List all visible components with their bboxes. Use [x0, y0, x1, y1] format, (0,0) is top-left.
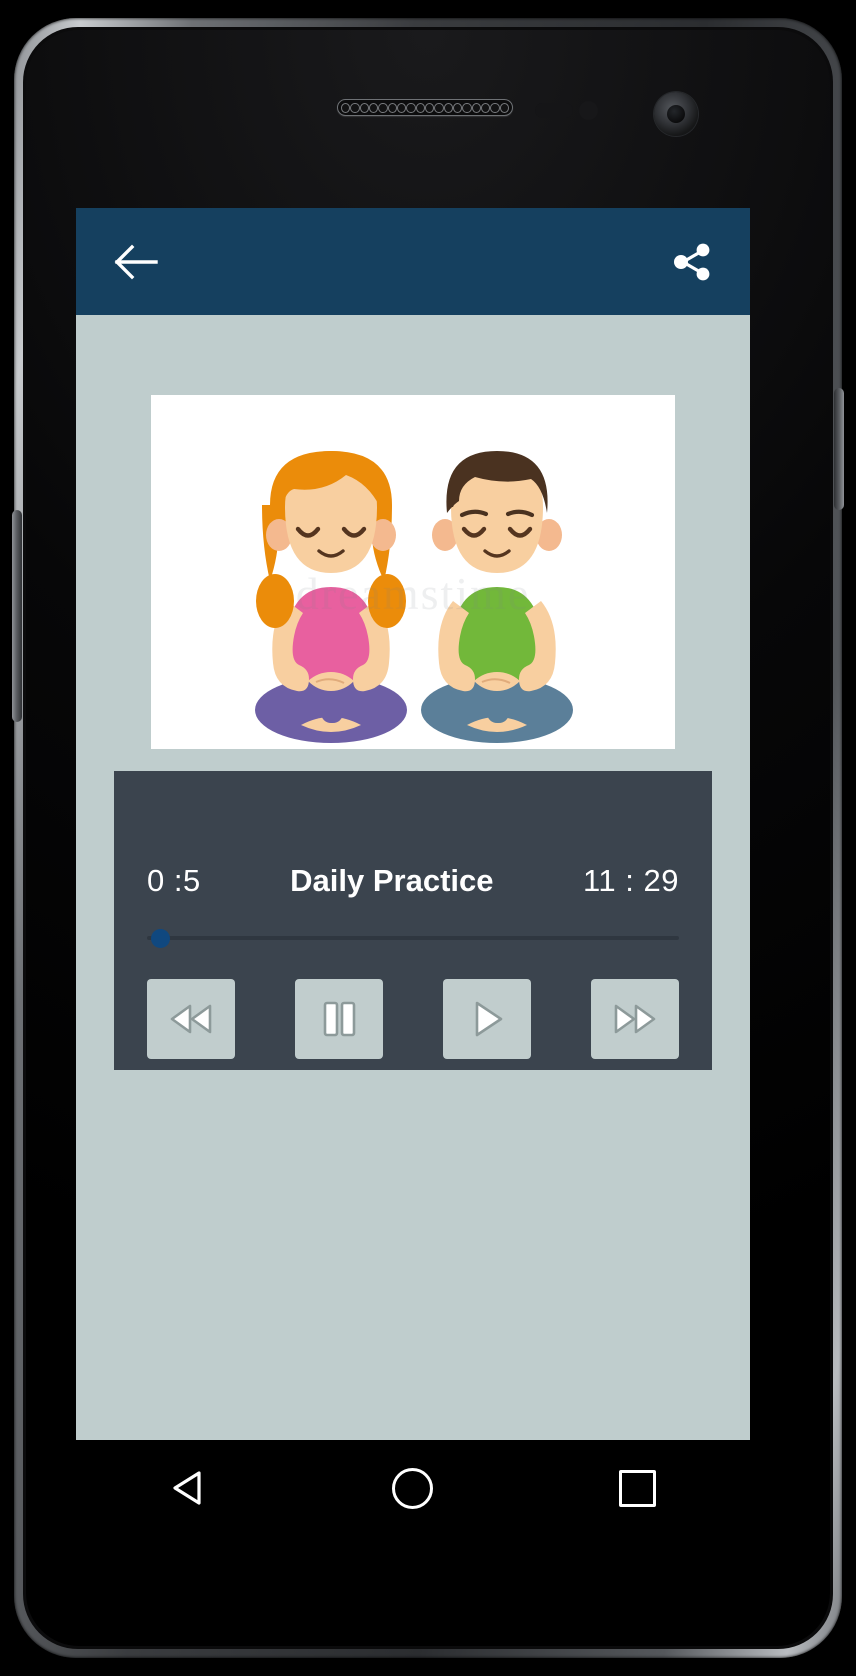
- nav-home-button[interactable]: [365, 1453, 461, 1523]
- transport-controls: [147, 979, 679, 1059]
- square-recents-icon: [619, 1469, 657, 1507]
- nav-recents-button[interactable]: [590, 1453, 686, 1523]
- front-camera-icon: [654, 92, 698, 136]
- seek-bar-thumb[interactable]: [151, 929, 170, 948]
- seek-bar[interactable]: [147, 925, 679, 951]
- phone-inner-frame: dreamstime 0 :5 Daily Practice 11 : 29: [23, 27, 833, 1649]
- total-duration: 11 : 29: [582, 863, 679, 898]
- fast-forward-button[interactable]: [591, 979, 679, 1059]
- pause-icon: [323, 1001, 356, 1037]
- power-button[interactable]: [834, 388, 844, 510]
- track-title: Daily Practice: [290, 863, 494, 898]
- proximity-sensor-icon: [535, 103, 573, 118]
- artwork-card: dreamstime: [151, 395, 675, 749]
- volume-rocker[interactable]: [12, 510, 22, 722]
- boy-figure: [421, 451, 573, 743]
- earpiece-speaker-icon: [337, 99, 513, 116]
- arrow-left-icon: [114, 244, 158, 279]
- back-button[interactable]: [108, 234, 164, 290]
- pause-button[interactable]: [295, 979, 383, 1059]
- meditating-children-illustration: [255, 451, 573, 743]
- seek-bar-track[interactable]: [147, 936, 679, 940]
- rewind-icon: [170, 1004, 212, 1034]
- player-metadata-row: 0 :5 Daily Practice 11 : 29: [147, 771, 679, 899]
- device-stage: dreamstime 0 :5 Daily Practice 11 : 29: [0, 0, 856, 1676]
- triangle-back-icon: [173, 1471, 201, 1505]
- play-button[interactable]: [443, 979, 531, 1059]
- phone-front-face: dreamstime 0 :5 Daily Practice 11 : 29: [26, 30, 830, 1646]
- girl-figure: [255, 451, 407, 743]
- share-icon: [674, 243, 710, 280]
- elapsed-time: 0 :5: [147, 863, 201, 898]
- app-bar: [76, 208, 750, 315]
- circle-home-icon: [392, 1467, 434, 1509]
- app-screen: dreamstime 0 :5 Daily Practice 11 : 29: [76, 208, 750, 1440]
- nav-back-button[interactable]: [140, 1453, 236, 1523]
- rewind-button[interactable]: [147, 979, 235, 1059]
- audio-player-panel: 0 :5 Daily Practice 11 : 29: [114, 771, 712, 1070]
- phone-body: dreamstime 0 :5 Daily Practice 11 : 29: [12, 18, 844, 1658]
- ambient-light-sensor-icon: [579, 101, 598, 120]
- android-navigation-bar: [76, 1440, 750, 1536]
- share-button[interactable]: [664, 234, 720, 290]
- fast-forward-icon: [614, 1004, 656, 1034]
- play-icon: [475, 1001, 503, 1037]
- artwork-container: dreamstime: [76, 315, 750, 749]
